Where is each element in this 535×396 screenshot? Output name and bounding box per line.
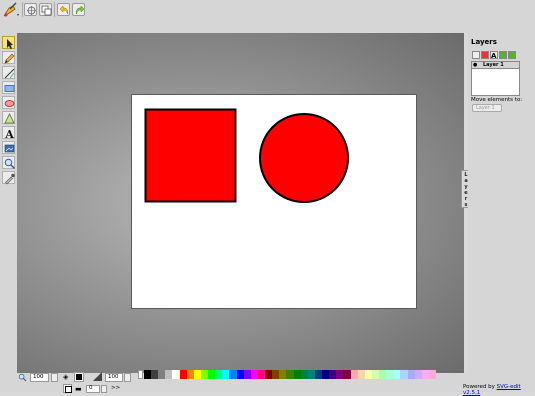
pencil-icon[interactable] bbox=[2, 51, 15, 64]
layers-title: Layers bbox=[471, 38, 497, 46]
fill-bucket-icon: ◈ bbox=[63, 373, 69, 381]
red-circle[interactable] bbox=[259, 113, 349, 203]
opacity-value: 100 bbox=[108, 374, 119, 380]
layer-visibility-icon[interactable]: ● bbox=[473, 62, 477, 68]
layers-tab[interactable]: L a y e r s bbox=[461, 170, 468, 208]
move-elements-select[interactable]: Layer 1 bbox=[472, 104, 502, 112]
zoom-dropdown[interactable] bbox=[51, 373, 58, 382]
move-layer-down-icon[interactable] bbox=[508, 51, 516, 59]
red-rectangle[interactable] bbox=[144, 108, 237, 203]
image-icon[interactable] bbox=[2, 141, 15, 154]
fill-color-swatch bbox=[76, 374, 82, 380]
wireframe-icon[interactable] bbox=[24, 3, 37, 16]
tools-panel: A bbox=[0, 33, 17, 373]
ellipse-icon[interactable] bbox=[2, 96, 15, 109]
undo-icon[interactable] bbox=[57, 3, 70, 16]
redo-icon[interactable] bbox=[72, 3, 85, 16]
svg-canvas[interactable] bbox=[132, 95, 416, 308]
fill-color-box[interactable] bbox=[74, 372, 84, 382]
no-color-swatch[interactable] bbox=[138, 370, 143, 379]
opacity-input[interactable]: 100 bbox=[105, 373, 123, 382]
zoom-input[interactable]: 100 bbox=[30, 373, 49, 382]
opacity-icon bbox=[93, 372, 102, 383]
layer-name[interactable]: Layer 1 bbox=[483, 62, 504, 68]
rectangle-icon[interactable] bbox=[2, 81, 15, 94]
workarea[interactable] bbox=[17, 33, 464, 373]
zoom-level-icon bbox=[18, 373, 27, 384]
move-layer-up-icon[interactable] bbox=[499, 51, 507, 59]
svg-text:A: A bbox=[4, 128, 14, 140]
delete-layer-icon[interactable] bbox=[481, 51, 489, 59]
move-select-value: Layer 1 bbox=[476, 105, 495, 111]
zoom-value: 100 bbox=[33, 374, 44, 380]
line-icon[interactable] bbox=[2, 66, 15, 79]
new-layer-icon[interactable] bbox=[472, 51, 480, 59]
more-options-button[interactable]: >> bbox=[111, 385, 120, 391]
opacity-dropdown[interactable] bbox=[124, 373, 131, 382]
doc-properties-icon[interactable] bbox=[39, 3, 52, 16]
path-icon[interactable] bbox=[2, 111, 15, 124]
select-icon[interactable] bbox=[2, 36, 15, 49]
text-icon[interactable]: A bbox=[2, 126, 15, 140]
top-toolbar bbox=[0, 0, 535, 33]
zoom-icon[interactable] bbox=[2, 156, 16, 170]
svg-edit-logo-icon[interactable] bbox=[2, 2, 20, 18]
rename-layer-icon[interactable]: A bbox=[490, 51, 498, 59]
palette-swatch[interactable] bbox=[428, 370, 437, 379]
eyedropper-icon[interactable] bbox=[2, 171, 15, 185]
stroke-width-value: 0 bbox=[89, 385, 93, 391]
powered-by: Powered by SVG-edit v2.5.1 bbox=[463, 384, 535, 396]
move-elements-label: Move elements to: bbox=[471, 97, 523, 103]
svg-text:A: A bbox=[491, 52, 497, 59]
